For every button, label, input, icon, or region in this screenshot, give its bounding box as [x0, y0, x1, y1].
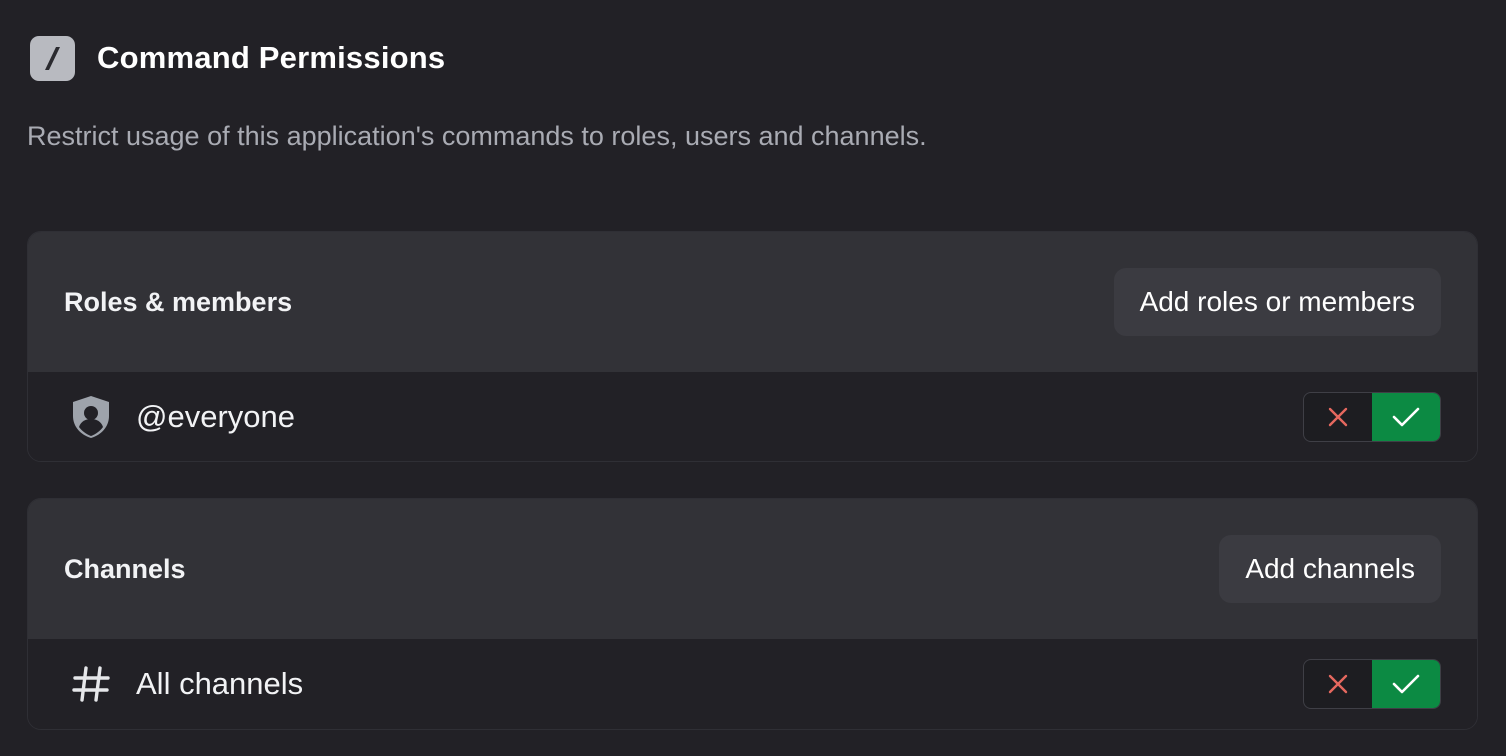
row-left: All channels: [68, 661, 303, 707]
command-permissions-page: Command Permissions Restrict usage of th…: [0, 0, 1506, 756]
deny-button[interactable]: [1304, 660, 1372, 708]
x-icon: [1328, 407, 1348, 426]
channel-label: All channels: [136, 665, 304, 701]
page-title: Command Permissions: [97, 40, 446, 75]
deny-button[interactable]: [1304, 393, 1372, 441]
roles-members-title: Roles & members: [64, 286, 293, 317]
hash-icon: [68, 661, 114, 707]
channels-card: Channels Add channels All channels: [27, 498, 1478, 730]
page-description: Restrict usage of this application's com…: [27, 121, 927, 151]
roles-members-card: Roles & members Add roles or members @ev…: [27, 231, 1478, 462]
channels-header: Channels Add channels: [28, 499, 1477, 639]
allow-button[interactable]: [1372, 392, 1440, 441]
add-roles-or-members-button[interactable]: Add roles or members: [1113, 268, 1441, 336]
permission-toggle: [1303, 391, 1441, 442]
channels-title: Channels: [64, 553, 186, 584]
row-left: @everyone: [68, 394, 295, 440]
x-icon: [1328, 674, 1348, 693]
add-channels-button[interactable]: Add channels: [1219, 535, 1441, 603]
permission-toggle: [1303, 658, 1441, 709]
check-icon: [1392, 674, 1420, 693]
permission-row-everyone: @everyone: [28, 372, 1477, 461]
page-header: Command Permissions: [30, 35, 445, 81]
permission-row-all-channels: All channels: [28, 639, 1477, 728]
allow-button[interactable]: [1372, 659, 1440, 708]
roles-members-header: Roles & members Add roles or members: [28, 232, 1477, 372]
role-shield-icon: [68, 394, 114, 440]
role-label: @everyone: [136, 398, 295, 434]
check-icon: [1392, 407, 1420, 426]
slash-command-icon: [30, 35, 75, 81]
